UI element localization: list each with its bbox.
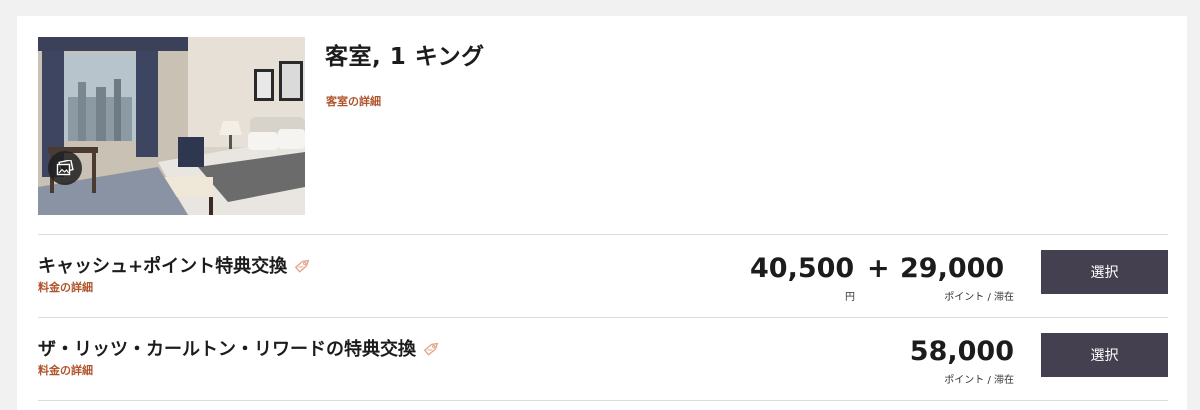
cash-amount: 40,500 — [750, 253, 855, 284]
room-details-link[interactable]: 客室の詳細 — [326, 93, 381, 109]
room-photo[interactable] — [38, 37, 305, 215]
points-unit: ポイント / 滞在 — [944, 375, 1014, 386]
rate-price: 40,500 + 29,000 円 ポイント / 滞在 — [750, 253, 1014, 303]
rate-details-link[interactable]: 料金の詳細 — [38, 362, 93, 378]
divider — [38, 400, 1168, 401]
tag-icon[interactable] — [422, 338, 442, 358]
room-header: 客室, 1 キング 客室の詳細 — [38, 37, 1168, 235]
tag-icon[interactable] — [293, 255, 313, 275]
rate-name-label: ザ・リッツ・カールトン・リワードの特典交換 — [38, 339, 416, 360]
points-amount: 29,000 — [900, 253, 1005, 284]
rate-name-label: キャッシュ+ポイント特典交換 — [38, 256, 288, 277]
room-card: 客室, 1 キング 客室の詳細 キャッシュ+ポイント特典交換 料金の詳細 40,… — [17, 16, 1187, 410]
cash-unit: 円 — [845, 292, 855, 303]
rate-details-link[interactable]: 料金の詳細 — [38, 279, 93, 295]
rate-row-cash-points: キャッシュ+ポイント特典交換 料金の詳細 40,500 + 29,000 円 ポ… — [38, 234, 1168, 317]
gallery-icon — [56, 160, 74, 176]
select-button[interactable]: 選択 — [1041, 333, 1168, 377]
rate-row-rewards: ザ・リッツ・カールトン・リワードの特典交換 料金の詳細 58,000 ポイント … — [38, 317, 1168, 401]
rate-name: キャッシュ+ポイント特典交換 — [38, 252, 313, 278]
select-button[interactable]: 選択 — [1041, 250, 1168, 294]
rate-price: 58,000 ポイント / 滞在 — [898, 336, 1014, 386]
room-title: 客室, 1 キング — [325, 44, 485, 70]
points-unit: ポイント / 滞在 — [944, 292, 1014, 303]
plus-sign: + — [867, 253, 890, 284]
gallery-button[interactable] — [48, 151, 82, 185]
rate-name: ザ・リッツ・カールトン・リワードの特典交換 — [38, 335, 442, 361]
points-amount: 58,000 — [909, 336, 1014, 367]
